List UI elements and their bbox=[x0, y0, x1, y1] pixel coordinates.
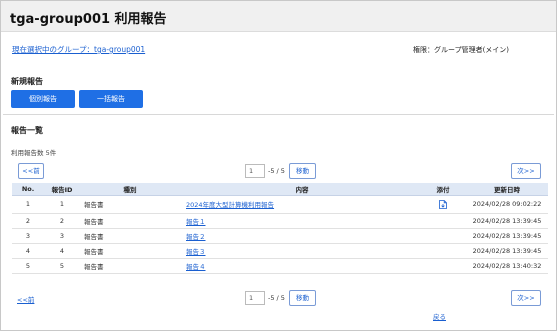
cell-no: 2 bbox=[12, 213, 44, 229]
cell-no: 3 bbox=[12, 228, 44, 244]
cell-type: 報告書 bbox=[80, 228, 178, 244]
cell-updated: 2024/02/28 13:39:45 bbox=[466, 213, 548, 229]
cell-type: 報告書 bbox=[80, 243, 178, 259]
individual-report-button[interactable]: 個別報告 bbox=[11, 90, 75, 108]
cell-no: 1 bbox=[12, 195, 44, 214]
page-number-input-top[interactable]: 1 bbox=[245, 164, 265, 178]
col-report-id: 報告ID bbox=[44, 183, 80, 196]
back-link[interactable]: 戻る bbox=[433, 311, 446, 321]
cell-updated: 2024/02/28 09:02:22 bbox=[466, 195, 548, 214]
table-row: 1 1 報告書 2024年度大型計算機利用報告 2024/02/28 09:02… bbox=[12, 195, 548, 214]
cell-attachment bbox=[420, 243, 466, 259]
cell-attachment bbox=[420, 258, 466, 274]
go-page-button-top[interactable]: 移動 bbox=[289, 163, 316, 179]
section-divider bbox=[3, 114, 554, 115]
page-title: tga-group001 利用報告 bbox=[10, 12, 167, 27]
cell-updated: 2024/02/28 13:39:45 bbox=[466, 243, 548, 259]
cell-type: 報告書 bbox=[80, 258, 178, 274]
cell-type: 報告書 bbox=[80, 213, 178, 229]
table-header-row: No. 報告ID 種別 内容 添付 更新日時 bbox=[12, 183, 548, 196]
report-content-link[interactable]: 報告１ bbox=[186, 218, 206, 226]
report-content-link[interactable]: 報告３ bbox=[186, 248, 206, 256]
cell-no: 5 bbox=[12, 258, 44, 274]
prev-page-button-top[interactable]: <<前 bbox=[18, 163, 44, 179]
report-list-heading: 報告一覧 bbox=[11, 126, 43, 135]
cell-id: 4 bbox=[44, 243, 80, 259]
col-content: 内容 bbox=[178, 183, 420, 196]
table-row: 5 5 報告書 報告４ 2024/02/28 13:40:32 bbox=[12, 258, 548, 274]
cell-id: 1 bbox=[44, 195, 80, 214]
next-page-button-bottom[interactable]: 次>> bbox=[511, 290, 541, 306]
title-bar: tga-group001 利用報告 bbox=[1, 1, 556, 32]
role-label: 権限：グループ管理者(メイン) bbox=[413, 46, 510, 54]
col-no: No. bbox=[12, 183, 44, 196]
table-row: 3 3 報告書 報告２ 2024/02/28 13:39:45 bbox=[12, 228, 548, 244]
new-report-heading: 新規報告 bbox=[11, 77, 43, 86]
prev-page-link-bottom[interactable]: <<前 bbox=[17, 294, 34, 304]
report-count: 利用報告数 5件 bbox=[11, 149, 57, 157]
col-attachment: 添付 bbox=[420, 183, 466, 196]
file-icon[interactable] bbox=[439, 199, 447, 209]
go-page-button-bottom[interactable]: 移動 bbox=[289, 290, 316, 306]
page-total-bottom: -5 / 5 bbox=[268, 294, 285, 302]
report-content-link[interactable]: 報告４ bbox=[186, 263, 206, 271]
page-number-input-bottom[interactable]: 1 bbox=[245, 291, 265, 305]
report-table: No. 報告ID 種別 内容 添付 更新日時 1 1 報告書 2024年度大型計… bbox=[12, 183, 548, 274]
table-row: 2 2 報告書 報告１ 2024/02/28 13:39:45 bbox=[12, 213, 548, 229]
report-content-link[interactable]: 2024年度大型計算機利用報告 bbox=[186, 201, 274, 209]
cell-attachment bbox=[420, 228, 466, 244]
cell-id: 3 bbox=[44, 228, 80, 244]
page-total-top: -5 / 5 bbox=[268, 167, 285, 175]
current-group-link[interactable]: 現在選択中のグループ：tga-group001 bbox=[12, 44, 145, 55]
cell-type: 報告書 bbox=[80, 195, 178, 214]
cell-id: 5 bbox=[44, 258, 80, 274]
cell-no: 4 bbox=[12, 243, 44, 259]
cell-updated: 2024/02/28 13:39:45 bbox=[466, 228, 548, 244]
report-window: tga-group001 利用報告 現在選択中のグループ：tga-group00… bbox=[0, 0, 557, 331]
cell-attachment bbox=[420, 213, 466, 229]
cell-updated: 2024/02/28 13:40:32 bbox=[466, 258, 548, 274]
bulk-report-button[interactable]: 一括報告 bbox=[79, 90, 143, 108]
col-type: 種別 bbox=[80, 183, 178, 196]
next-page-button-top[interactable]: 次>> bbox=[511, 163, 541, 179]
table-row: 4 4 報告書 報告３ 2024/02/28 13:39:45 bbox=[12, 243, 548, 259]
report-content-link[interactable]: 報告２ bbox=[186, 233, 206, 241]
cell-id: 2 bbox=[44, 213, 80, 229]
col-updated: 更新日時 bbox=[466, 183, 548, 196]
